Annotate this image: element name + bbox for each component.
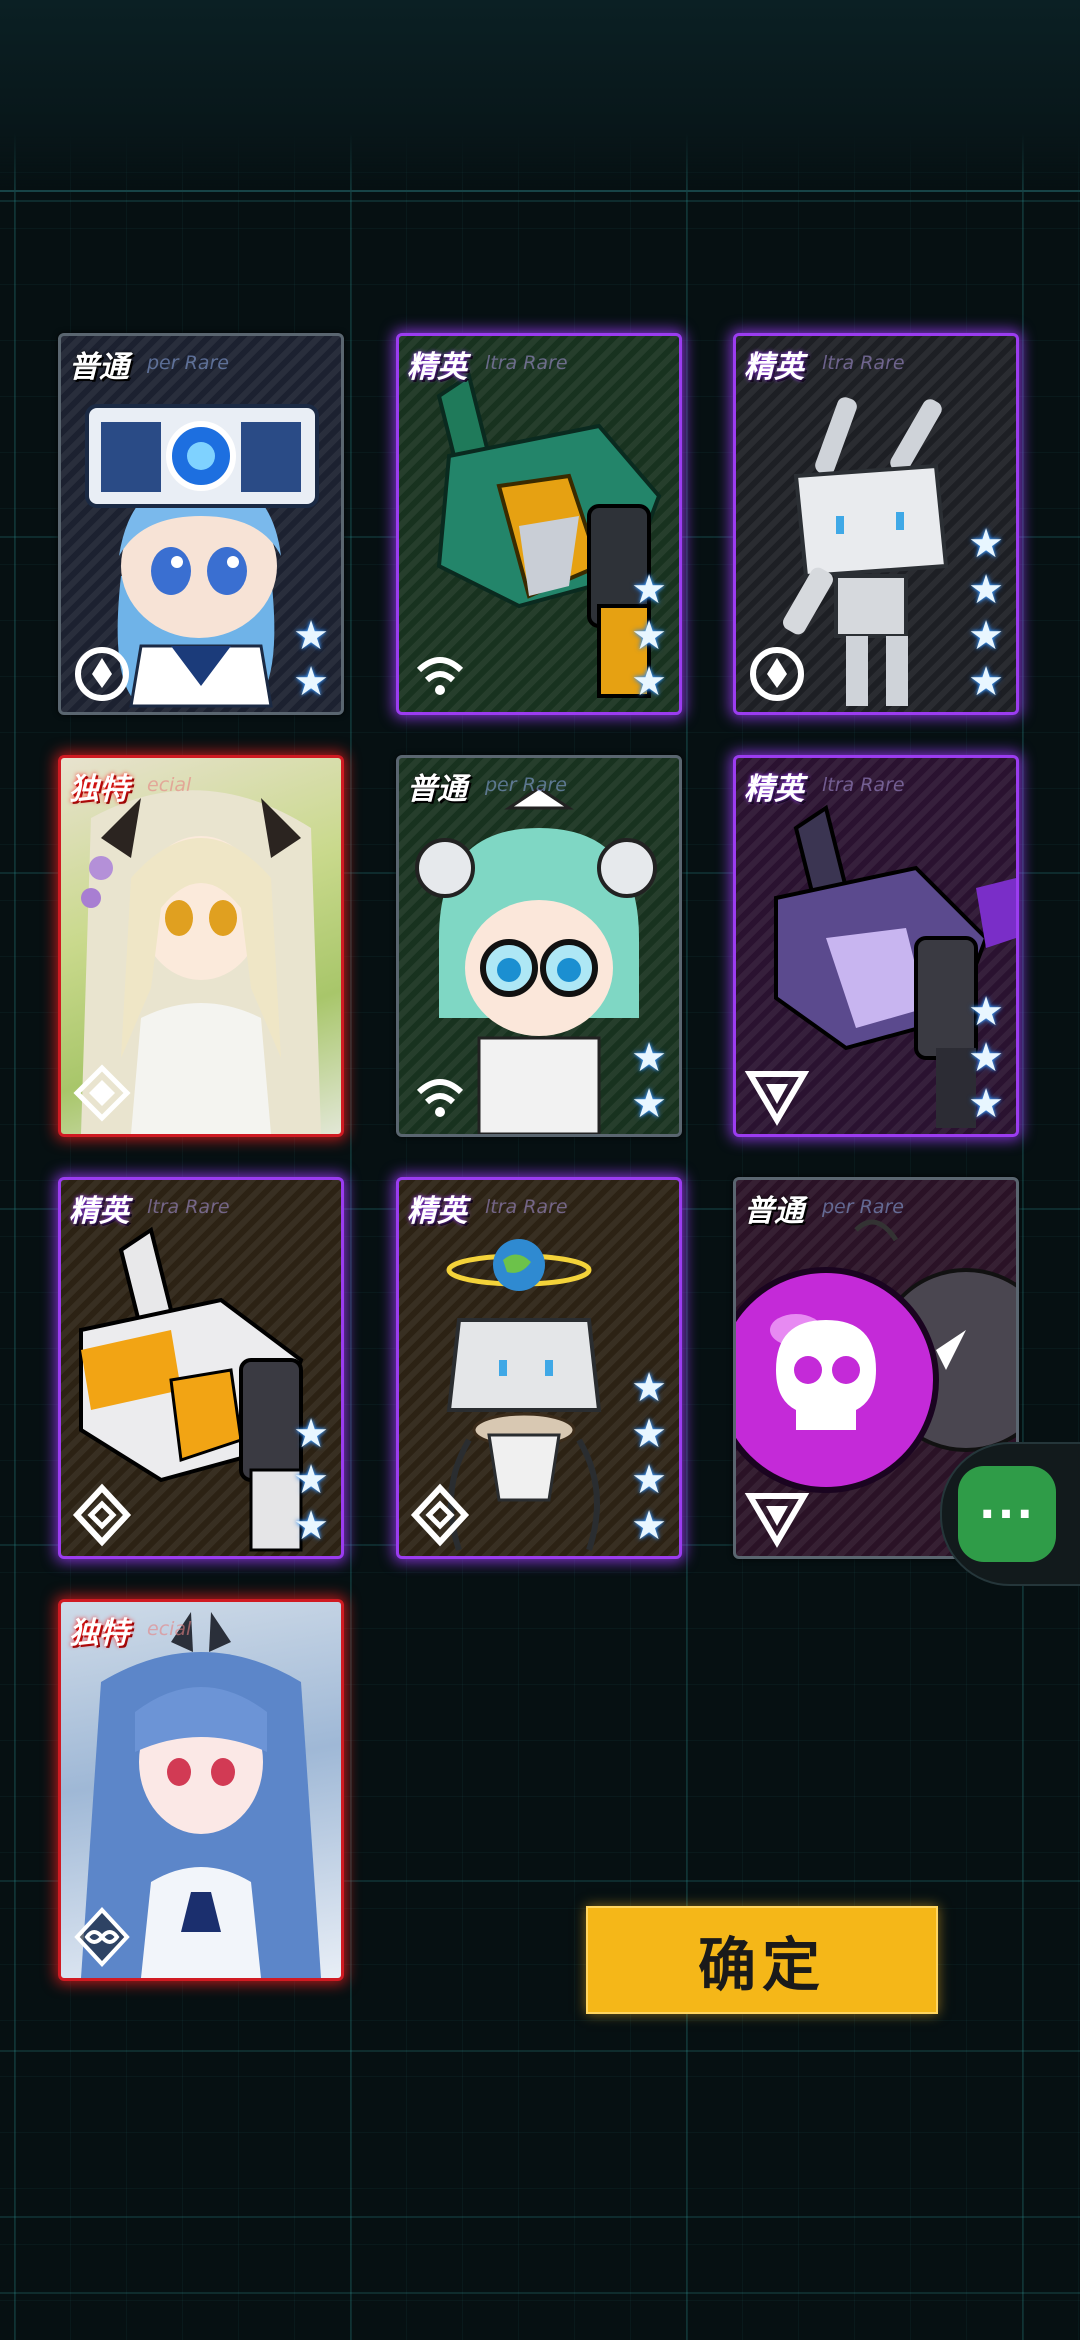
star-rating: ★ ★ ★ ★ <box>964 522 1008 704</box>
character-card-8[interactable]: 精英 ltra Rare ★ ★ ★ ★ <box>396 1177 682 1559</box>
star-icon: ★ <box>631 1365 667 1411</box>
star-icon: ★ <box>631 1081 667 1127</box>
character-card-3[interactable]: 精英 ltra Rare ★ ★ ★ ★ <box>733 333 1019 715</box>
star-rating: ★ ★ ★ <box>627 568 671 704</box>
star-rating: ★ ★ ★ <box>964 990 1008 1126</box>
rarity-label: per Rare <box>485 774 567 796</box>
star-rating: ★ ★ ★ ★ <box>627 1366 671 1548</box>
star-rating: ★ ★ ★ <box>289 1412 333 1548</box>
rank-label: 精英 <box>744 350 804 385</box>
rarity-label: ltra Rare <box>822 774 905 796</box>
star-icon: ★ <box>968 567 1004 613</box>
rarity-label: ltra Rare <box>485 352 568 374</box>
character-card-6[interactable]: 精英 ltra Rare ★ ★ ★ <box>733 755 1019 1137</box>
character-card-7[interactable]: 精英 ltra Rare ★ ★ ★ <box>58 1177 344 1559</box>
more-dots-icon[interactable]: ··· <box>958 1466 1056 1562</box>
shield-circle-icon <box>750 647 804 701</box>
rarity-label: ecial <box>147 1618 192 1640</box>
star-icon: ★ <box>968 1035 1004 1081</box>
star-icon: ★ <box>293 1457 329 1503</box>
star-rating: ★ ★ <box>627 1036 671 1126</box>
rank-label: 普通 <box>744 1194 804 1229</box>
star-icon: ★ <box>631 659 667 705</box>
star-icon: ★ <box>631 613 667 659</box>
star-icon: ★ <box>968 659 1004 705</box>
star-icon: ★ <box>293 1411 329 1457</box>
rank-label: 独特 <box>69 772 129 807</box>
star-icon: ★ <box>968 521 1004 567</box>
bottom-band <box>0 2050 1080 2294</box>
star-icon: ★ <box>293 1503 329 1549</box>
star-icon: ★ <box>968 613 1004 659</box>
rarity-label: ecial <box>147 774 192 796</box>
shield-circle-icon <box>75 647 129 701</box>
top-banner <box>0 0 1080 192</box>
rank-label: 精英 <box>407 350 467 385</box>
triangle-icon <box>744 1493 810 1548</box>
rank-label: 精英 <box>407 1194 467 1229</box>
star-icon: ★ <box>293 613 329 659</box>
star-icon: ★ <box>968 989 1004 1035</box>
rank-label: 精英 <box>744 772 804 807</box>
infinity-icon <box>74 1907 130 1967</box>
rank-label: 普通 <box>407 772 467 807</box>
character-card-4[interactable]: 独特 ecial <box>58 755 344 1137</box>
rank-label: 独特 <box>69 1616 129 1651</box>
star-icon: ★ <box>631 1503 667 1549</box>
rarity-label: per Rare <box>147 352 229 374</box>
rarity-label: ltra Rare <box>485 1196 568 1218</box>
character-card-5[interactable]: 普通 per Rare ★ ★ <box>396 755 682 1137</box>
star-icon: ★ <box>631 1457 667 1503</box>
star-icon: ★ <box>631 567 667 613</box>
star-icon: ★ <box>968 1081 1004 1127</box>
star-icon: ★ <box>631 1035 667 1081</box>
rarity-label: per Rare <box>822 1196 904 1218</box>
confirm-button[interactable]: 确定 <box>586 1906 938 2014</box>
signal-icon <box>416 1079 464 1117</box>
star-rating: ★ ★ <box>289 614 333 704</box>
rank-label: 普通 <box>69 350 129 385</box>
star-icon: ★ <box>293 659 329 705</box>
rhombus-icon <box>410 1483 470 1547</box>
character-card-10[interactable]: 独特 ecial <box>58 1599 344 1981</box>
diamond-cross-icon <box>73 1064 131 1122</box>
star-icon: ★ <box>631 1411 667 1457</box>
character-card-2[interactable]: 精英 ltra Rare ★ ★ ★ <box>396 333 682 715</box>
signal-icon <box>416 657 464 695</box>
rhombus-icon <box>72 1483 132 1547</box>
triangle-icon <box>744 1071 810 1126</box>
rank-label: 精英 <box>69 1194 129 1229</box>
rarity-label: ltra Rare <box>822 352 905 374</box>
character-card-1[interactable]: 普通 per Rare ★ ★ <box>58 333 344 715</box>
rarity-label: ltra Rare <box>147 1196 230 1218</box>
